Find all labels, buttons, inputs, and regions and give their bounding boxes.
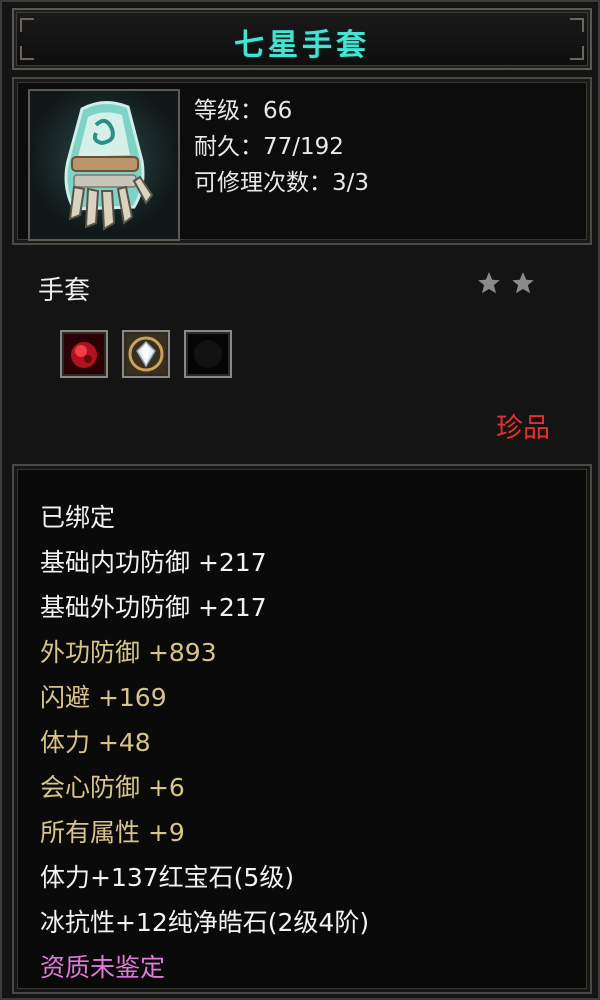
attribute-line: 会心防御 +6 [40, 773, 185, 802]
durability-stat: 耐久：77/192 [194, 134, 344, 160]
attribute-line: 体力 +48 [40, 728, 151, 757]
gem-bonus-line: 体力+137红宝石(5级) [40, 863, 295, 892]
empty-slot-icon [188, 334, 228, 374]
repair-count-stat: 可修理次数：3/3 [194, 170, 370, 196]
quality-status: 资质未鉴定 [40, 953, 166, 982]
star-rating [476, 270, 536, 296]
level-stat: 等级：66 [194, 98, 293, 124]
attribute-line: 闪避 +169 [40, 683, 167, 712]
red-gem-icon [64, 334, 104, 374]
gem-slot-2[interactable] [122, 330, 170, 378]
title-bar: 七星手套 [12, 8, 592, 70]
item-title: 七星手套 [234, 28, 370, 63]
item-type-label: 手套 [38, 276, 91, 306]
attribute-line: 基础外功防御 +217 [40, 593, 267, 622]
item-tooltip: 七星手套 等级：66 耐久：77/192 可修理次数：3/3 手套 珍品 已绑定… [0, 0, 600, 1000]
gem-slot-1[interactable] [60, 330, 108, 378]
gem-slot-3[interactable] [184, 330, 232, 378]
rarity-label: 珍品 [496, 413, 550, 444]
attribute-line: 所有属性 +9 [40, 818, 185, 847]
bound-status: 已绑定 [40, 503, 116, 532]
star-icon [512, 272, 534, 294]
gauntlet-icon [28, 89, 180, 241]
attribute-line: 基础内功防御 +217 [40, 548, 267, 577]
attribute-line: 外功防御 +893 [40, 638, 217, 667]
attributes-panel: 已绑定 基础内功防御 +217 基础外功防御 +217 外功防御 +893 闪避… [12, 464, 592, 994]
diamond-gem-icon [126, 334, 166, 374]
gem-bonus-line: 冰抗性+12纯净皓石(2级4阶) [40, 908, 370, 937]
star-icon [478, 272, 500, 294]
item-info-panel: 等级：66 耐久：77/192 可修理次数：3/3 [12, 77, 592, 245]
